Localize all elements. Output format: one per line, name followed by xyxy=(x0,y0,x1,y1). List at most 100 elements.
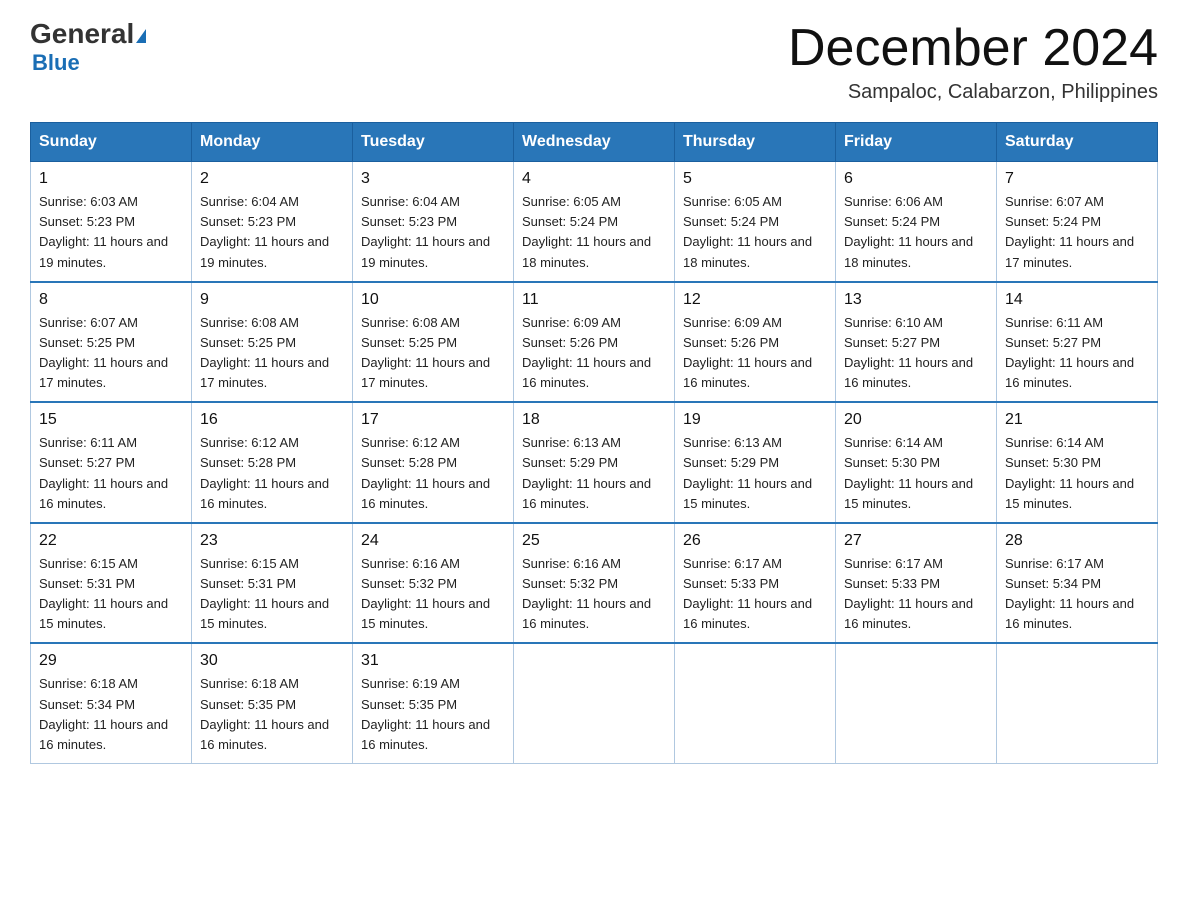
logo-general: General xyxy=(30,18,134,49)
table-row: 30 Sunrise: 6:18 AM Sunset: 5:35 PM Dayl… xyxy=(192,643,353,763)
table-row xyxy=(514,643,675,763)
day-number: 19 xyxy=(683,411,827,429)
day-number: 6 xyxy=(844,170,988,188)
day-info: Sunrise: 6:04 AM Sunset: 5:23 PM Dayligh… xyxy=(200,192,344,273)
table-row xyxy=(675,643,836,763)
table-row: 13 Sunrise: 6:10 AM Sunset: 5:27 PM Dayl… xyxy=(836,282,997,403)
day-number: 27 xyxy=(844,532,988,550)
table-row: 2 Sunrise: 6:04 AM Sunset: 5:23 PM Dayli… xyxy=(192,162,353,282)
table-row: 28 Sunrise: 6:17 AM Sunset: 5:34 PM Dayl… xyxy=(997,523,1158,644)
day-number: 3 xyxy=(361,170,505,188)
table-row: 21 Sunrise: 6:14 AM Sunset: 5:30 PM Dayl… xyxy=(997,402,1158,523)
day-info: Sunrise: 6:06 AM Sunset: 5:24 PM Dayligh… xyxy=(844,192,988,273)
day-number: 30 xyxy=(200,652,344,670)
day-number: 15 xyxy=(39,411,183,429)
logo-text: General xyxy=(30,20,146,48)
day-number: 17 xyxy=(361,411,505,429)
day-info: Sunrise: 6:14 AM Sunset: 5:30 PM Dayligh… xyxy=(1005,433,1149,514)
month-title: December 2024 xyxy=(788,20,1158,77)
day-info: Sunrise: 6:07 AM Sunset: 5:24 PM Dayligh… xyxy=(1005,192,1149,273)
day-number: 7 xyxy=(1005,170,1149,188)
table-row: 1 Sunrise: 6:03 AM Sunset: 5:23 PM Dayli… xyxy=(31,162,192,282)
day-info: Sunrise: 6:03 AM Sunset: 5:23 PM Dayligh… xyxy=(39,192,183,273)
day-number: 31 xyxy=(361,652,505,670)
day-number: 23 xyxy=(200,532,344,550)
day-number: 9 xyxy=(200,291,344,309)
day-info: Sunrise: 6:04 AM Sunset: 5:23 PM Dayligh… xyxy=(361,192,505,273)
header-tuesday: Tuesday xyxy=(353,123,514,162)
day-info: Sunrise: 6:17 AM Sunset: 5:34 PM Dayligh… xyxy=(1005,554,1149,635)
table-row: 31 Sunrise: 6:19 AM Sunset: 5:35 PM Dayl… xyxy=(353,643,514,763)
day-info: Sunrise: 6:11 AM Sunset: 5:27 PM Dayligh… xyxy=(1005,313,1149,394)
table-row: 5 Sunrise: 6:05 AM Sunset: 5:24 PM Dayli… xyxy=(675,162,836,282)
day-number: 20 xyxy=(844,411,988,429)
logo: General Blue xyxy=(30,20,146,76)
header-wednesday: Wednesday xyxy=(514,123,675,162)
day-info: Sunrise: 6:13 AM Sunset: 5:29 PM Dayligh… xyxy=(683,433,827,514)
day-info: Sunrise: 6:12 AM Sunset: 5:28 PM Dayligh… xyxy=(361,433,505,514)
day-number: 1 xyxy=(39,170,183,188)
day-info: Sunrise: 6:14 AM Sunset: 5:30 PM Dayligh… xyxy=(844,433,988,514)
calendar-week-2: 8 Sunrise: 6:07 AM Sunset: 5:25 PM Dayli… xyxy=(31,282,1158,403)
day-number: 24 xyxy=(361,532,505,550)
table-row: 4 Sunrise: 6:05 AM Sunset: 5:24 PM Dayli… xyxy=(514,162,675,282)
day-number: 21 xyxy=(1005,411,1149,429)
table-row: 14 Sunrise: 6:11 AM Sunset: 5:27 PM Dayl… xyxy=(997,282,1158,403)
table-row xyxy=(997,643,1158,763)
table-row: 25 Sunrise: 6:16 AM Sunset: 5:32 PM Dayl… xyxy=(514,523,675,644)
table-row xyxy=(836,643,997,763)
day-info: Sunrise: 6:09 AM Sunset: 5:26 PM Dayligh… xyxy=(683,313,827,394)
day-info: Sunrise: 6:15 AM Sunset: 5:31 PM Dayligh… xyxy=(200,554,344,635)
table-row: 8 Sunrise: 6:07 AM Sunset: 5:25 PM Dayli… xyxy=(31,282,192,403)
day-number: 13 xyxy=(844,291,988,309)
calendar-header-row: Sunday Monday Tuesday Wednesday Thursday… xyxy=(31,123,1158,162)
calendar-week-4: 22 Sunrise: 6:15 AM Sunset: 5:31 PM Dayl… xyxy=(31,523,1158,644)
day-number: 18 xyxy=(522,411,666,429)
day-number: 5 xyxy=(683,170,827,188)
day-info: Sunrise: 6:15 AM Sunset: 5:31 PM Dayligh… xyxy=(39,554,183,635)
day-info: Sunrise: 6:07 AM Sunset: 5:25 PM Dayligh… xyxy=(39,313,183,394)
table-row: 6 Sunrise: 6:06 AM Sunset: 5:24 PM Dayli… xyxy=(836,162,997,282)
logo-triangle-icon xyxy=(136,29,146,43)
day-info: Sunrise: 6:11 AM Sunset: 5:27 PM Dayligh… xyxy=(39,433,183,514)
day-number: 14 xyxy=(1005,291,1149,309)
day-info: Sunrise: 6:19 AM Sunset: 5:35 PM Dayligh… xyxy=(361,674,505,755)
calendar-week-1: 1 Sunrise: 6:03 AM Sunset: 5:23 PM Dayli… xyxy=(31,162,1158,282)
day-info: Sunrise: 6:16 AM Sunset: 5:32 PM Dayligh… xyxy=(522,554,666,635)
day-number: 28 xyxy=(1005,532,1149,550)
table-row: 10 Sunrise: 6:08 AM Sunset: 5:25 PM Dayl… xyxy=(353,282,514,403)
calendar-table: Sunday Monday Tuesday Wednesday Thursday… xyxy=(30,122,1158,764)
day-number: 12 xyxy=(683,291,827,309)
day-info: Sunrise: 6:08 AM Sunset: 5:25 PM Dayligh… xyxy=(361,313,505,394)
title-section: December 2024 Sampaloc, Calabarzon, Phil… xyxy=(788,20,1158,104)
day-info: Sunrise: 6:05 AM Sunset: 5:24 PM Dayligh… xyxy=(683,192,827,273)
table-row: 16 Sunrise: 6:12 AM Sunset: 5:28 PM Dayl… xyxy=(192,402,353,523)
day-number: 16 xyxy=(200,411,344,429)
day-number: 8 xyxy=(39,291,183,309)
table-row: 27 Sunrise: 6:17 AM Sunset: 5:33 PM Dayl… xyxy=(836,523,997,644)
day-number: 29 xyxy=(39,652,183,670)
table-row: 24 Sunrise: 6:16 AM Sunset: 5:32 PM Dayl… xyxy=(353,523,514,644)
location-subtitle: Sampaloc, Calabarzon, Philippines xyxy=(788,81,1158,104)
calendar-week-5: 29 Sunrise: 6:18 AM Sunset: 5:34 PM Dayl… xyxy=(31,643,1158,763)
day-info: Sunrise: 6:08 AM Sunset: 5:25 PM Dayligh… xyxy=(200,313,344,394)
table-row: 20 Sunrise: 6:14 AM Sunset: 5:30 PM Dayl… xyxy=(836,402,997,523)
header-sunday: Sunday xyxy=(31,123,192,162)
day-info: Sunrise: 6:05 AM Sunset: 5:24 PM Dayligh… xyxy=(522,192,666,273)
day-info: Sunrise: 6:17 AM Sunset: 5:33 PM Dayligh… xyxy=(844,554,988,635)
table-row: 19 Sunrise: 6:13 AM Sunset: 5:29 PM Dayl… xyxy=(675,402,836,523)
table-row: 3 Sunrise: 6:04 AM Sunset: 5:23 PM Dayli… xyxy=(353,162,514,282)
page-header: General Blue December 2024 Sampaloc, Cal… xyxy=(30,20,1158,104)
table-row: 9 Sunrise: 6:08 AM Sunset: 5:25 PM Dayli… xyxy=(192,282,353,403)
header-monday: Monday xyxy=(192,123,353,162)
table-row: 29 Sunrise: 6:18 AM Sunset: 5:34 PM Dayl… xyxy=(31,643,192,763)
day-number: 25 xyxy=(522,532,666,550)
day-number: 22 xyxy=(39,532,183,550)
day-number: 26 xyxy=(683,532,827,550)
day-info: Sunrise: 6:09 AM Sunset: 5:26 PM Dayligh… xyxy=(522,313,666,394)
day-info: Sunrise: 6:13 AM Sunset: 5:29 PM Dayligh… xyxy=(522,433,666,514)
logo-blue: Blue xyxy=(30,50,80,76)
day-number: 4 xyxy=(522,170,666,188)
day-info: Sunrise: 6:18 AM Sunset: 5:34 PM Dayligh… xyxy=(39,674,183,755)
header-saturday: Saturday xyxy=(997,123,1158,162)
